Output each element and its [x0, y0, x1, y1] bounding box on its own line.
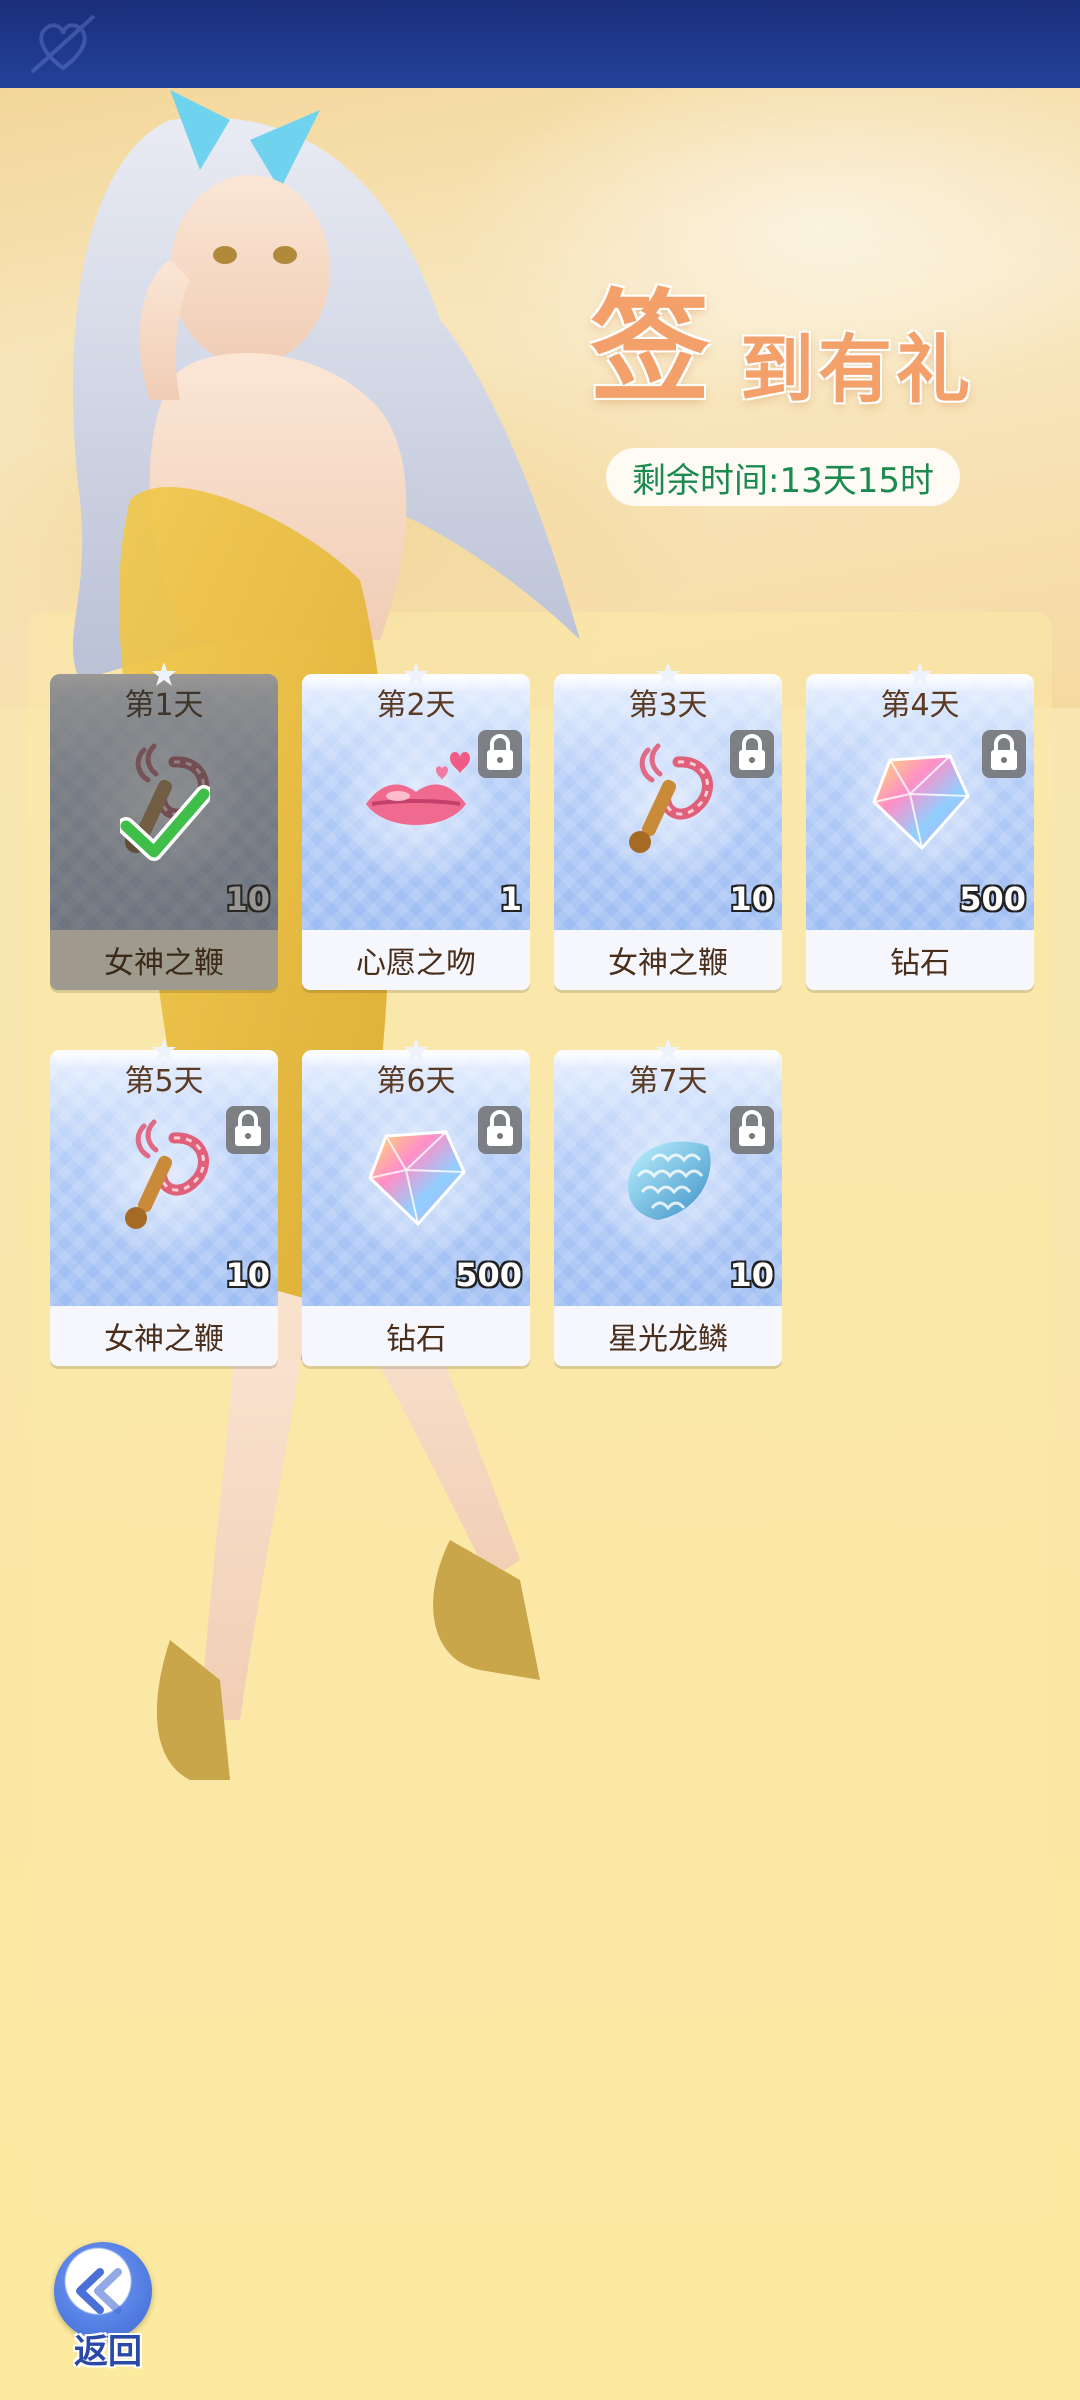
item-quantity: 10 — [225, 1256, 270, 1294]
reward-card-art: 第6天 500 — [302, 1050, 530, 1306]
title-rest: 到有礼 — [740, 327, 974, 413]
item-quantity: 500 — [455, 1256, 522, 1294]
item-name: 女神之鞭 — [50, 1306, 278, 1366]
item-name: 女神之鞭 — [50, 930, 278, 990]
star-icon — [654, 1036, 682, 1064]
reward-card-day-7[interactable]: 第7天 10 星光龙鳞 — [554, 1038, 782, 1366]
reward-card-art: 第5天 10 — [50, 1050, 278, 1306]
lock-icon — [728, 728, 776, 780]
heart-arrow-icon — [30, 14, 96, 74]
remaining-time-badge: 剩余时间: 13天15时 — [606, 448, 960, 506]
back-label: 返回 — [74, 2332, 142, 2372]
reward-card-art: 第3天 10 — [554, 674, 782, 930]
lock-icon — [476, 728, 524, 780]
title-big-char: 签 — [590, 277, 710, 418]
diamond-icon — [356, 1116, 476, 1236]
item-quantity: 10 — [729, 1256, 774, 1294]
star-icon — [906, 660, 934, 688]
checkmark-icon — [117, 784, 213, 864]
kiss-lips-icon — [356, 740, 476, 860]
remaining-time-label: 剩余时间: — [632, 460, 780, 501]
star-icon — [150, 660, 178, 688]
lock-icon — [224, 1104, 272, 1156]
item-quantity: 10 — [225, 880, 270, 918]
item-quantity: 1 — [499, 880, 522, 918]
reward-card-day-3[interactable]: 第3天 10 女神之鞭 — [554, 662, 782, 990]
event-title: 签 到有礼 — [590, 250, 1010, 418]
lock-icon — [476, 1104, 524, 1156]
reward-card-day-5[interactable]: 第5天 10 女神之鞭 — [50, 1038, 278, 1366]
star-icon — [402, 1036, 430, 1064]
item-name: 心愿之吻 — [302, 930, 530, 990]
item-name: 星光龙鳞 — [554, 1306, 782, 1366]
item-quantity: 500 — [959, 880, 1026, 918]
whip-icon — [608, 740, 728, 860]
star-icon — [654, 660, 682, 688]
item-name: 钻石 — [302, 1306, 530, 1366]
lock-icon — [728, 1104, 776, 1156]
remaining-time-value: 13天15时 — [779, 460, 934, 501]
reward-card-day-1[interactable]: 第1天 10 女神之鞭 — [50, 662, 278, 990]
top-status-bar — [0, 0, 1080, 88]
reward-card-day-6[interactable]: 第6天 500 钻石 — [302, 1038, 530, 1366]
back-button[interactable]: 返回 — [54, 2242, 158, 2372]
reward-card-art: 第4天 500 — [806, 674, 1034, 930]
star-icon — [150, 1036, 178, 1064]
item-name: 钻石 — [806, 930, 1034, 990]
star-icon — [402, 660, 430, 688]
reward-card-art: 第7天 10 — [554, 1050, 782, 1306]
reward-card-day-2[interactable]: 第2天 1 心愿之吻 — [302, 662, 530, 990]
diamond-icon — [860, 740, 980, 860]
item-name: 女神之鞭 — [554, 930, 782, 990]
reward-card-day-4[interactable]: 第4天 500 钻石 — [806, 662, 1034, 990]
whip-icon — [104, 1116, 224, 1236]
reward-card-art: 第2天 1 — [302, 674, 530, 930]
lock-icon — [980, 728, 1028, 780]
item-quantity: 10 — [729, 880, 774, 918]
dragon-scale-icon — [608, 1116, 728, 1236]
